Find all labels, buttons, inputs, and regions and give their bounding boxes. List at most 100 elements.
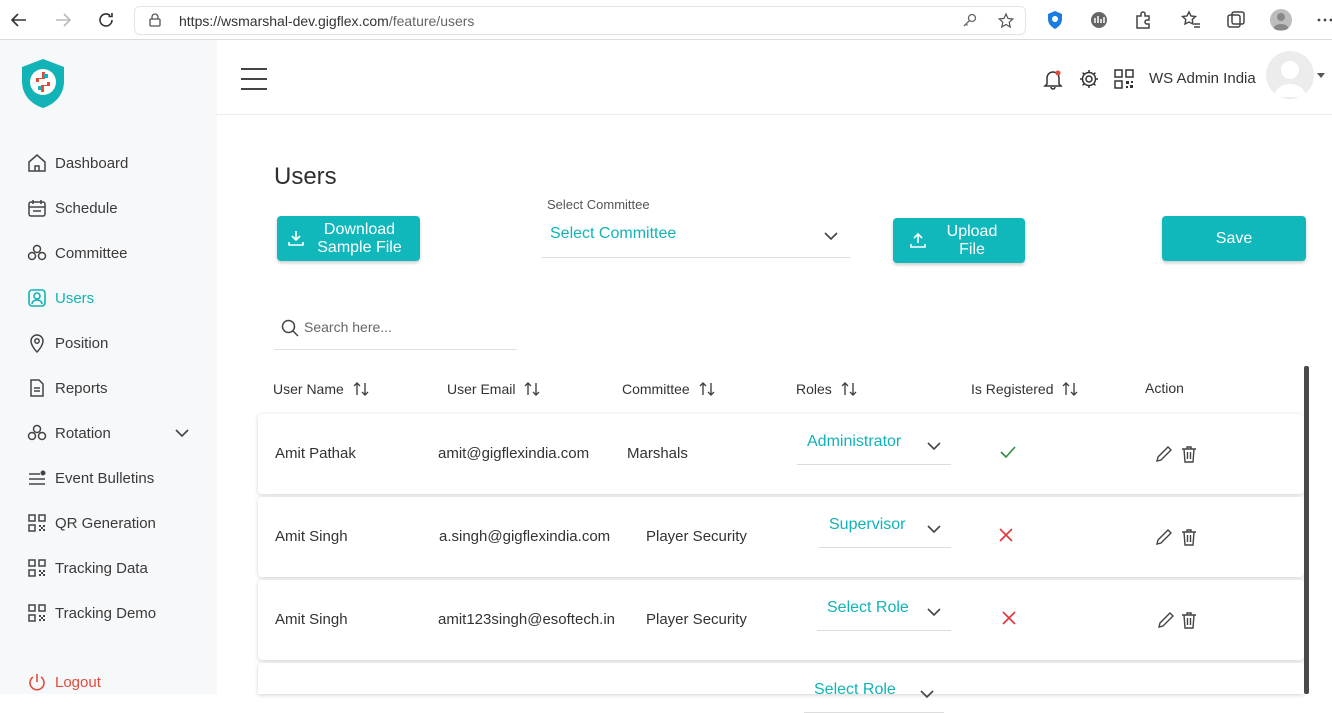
favorite-star-icon[interactable] — [997, 12, 1015, 30]
collections-icon[interactable] — [1225, 9, 1247, 31]
sidebar-item-label: Dashboard — [55, 154, 129, 172]
app-logo[interactable] — [16, 56, 70, 110]
delete-icon[interactable] — [1179, 527, 1199, 547]
sidebar-item-qr-generation[interactable]: QR Generation — [26, 508, 156, 538]
committee-cell: Player Security — [646, 528, 747, 545]
gear-icon[interactable] — [1078, 68, 1100, 90]
back-icon[interactable] — [8, 9, 30, 31]
user-name[interactable]: WS Admin India — [1149, 70, 1256, 87]
key-icon[interactable] — [961, 12, 979, 30]
lock-icon — [149, 13, 161, 27]
upload-label: Upload File — [946, 222, 998, 258]
save-label: Save — [1215, 229, 1253, 247]
page-title: Users — [274, 163, 337, 190]
upload-icon — [910, 232, 926, 248]
sidebar-item-tracking-data[interactable]: Tracking Data — [26, 553, 148, 583]
logout-button[interactable]: Logout — [26, 667, 101, 697]
profile-icon[interactable] — [1270, 9, 1292, 31]
committee-cell: Player Security — [646, 611, 747, 628]
browser-toolbar: https://wsmarshal-dev.gigflex.com/featur… — [0, 0, 1332, 40]
committee-icon — [26, 242, 48, 264]
column-header-roles[interactable]: Roles — [796, 380, 858, 398]
role-value: Administrator — [807, 433, 902, 450]
chevron-down-icon[interactable] — [173, 424, 191, 442]
sidebar-item-tracking-demo[interactable]: Tracking Demo — [26, 598, 156, 628]
role-select[interactable]: Administrator — [797, 427, 951, 465]
column-label: Committee — [622, 381, 690, 397]
caret-down-icon[interactable] — [1317, 73, 1325, 78]
chevron-down-icon — [927, 442, 941, 451]
download-sample-button[interactable]: Download Sample File — [277, 216, 420, 261]
bell-icon[interactable] — [1042, 68, 1064, 90]
app-header: WS Admin India — [217, 40, 1332, 115]
extension-icon[interactable] — [1088, 9, 1110, 31]
sidebar-item-event-bulletins[interactable]: Event Bulletins — [26, 463, 154, 493]
delete-icon[interactable] — [1179, 610, 1199, 630]
sidebar-item-label: Rotation — [55, 424, 111, 442]
edit-icon[interactable] — [1154, 444, 1174, 464]
committee-select[interactable]: Select Committee — [542, 220, 850, 258]
sidebar-item-committee[interactable]: Committee — [26, 238, 128, 268]
delete-icon[interactable] — [1179, 444, 1199, 464]
sidebar-item-label: Event Bulletins — [55, 469, 155, 487]
committee-select-value: Select Committee — [550, 225, 677, 242]
save-button[interactable]: Save — [1162, 216, 1306, 261]
sort-icon — [1062, 382, 1078, 396]
user-name-cell: Amit Singh — [275, 528, 348, 545]
edit-icon[interactable] — [1154, 527, 1174, 547]
sidebar-item-dashboard[interactable]: Dashboard — [26, 148, 128, 178]
menu-toggle-icon[interactable] — [241, 68, 267, 92]
download-icon — [288, 231, 304, 246]
sidebar-item-label: Tracking Demo — [55, 604, 157, 622]
refresh-icon[interactable] — [95, 9, 117, 31]
power-icon — [26, 671, 48, 693]
scrollbar[interactable] — [1304, 366, 1309, 694]
avatar[interactable] — [1266, 51, 1314, 99]
search-icon — [281, 319, 299, 337]
column-header-user-email[interactable]: User Email — [447, 380, 541, 398]
role-value: Select Role — [827, 599, 909, 616]
edit-icon[interactable] — [1156, 610, 1176, 630]
check-icon — [1000, 446, 1016, 459]
sort-icon — [524, 382, 540, 396]
role-select[interactable]: Select Role — [804, 675, 944, 713]
favorites-icon[interactable] — [1180, 9, 1202, 31]
shield-extension-icon[interactable] — [1044, 9, 1066, 31]
user-icon — [26, 287, 48, 309]
upload-file-button[interactable]: Upload File — [893, 218, 1025, 263]
location-pin-icon — [26, 332, 48, 354]
sidebar-item-schedule[interactable]: Schedule — [26, 193, 118, 223]
address-bar[interactable]: https://wsmarshal-dev.gigflex.com/featur… — [134, 6, 1026, 35]
user-email-cell: amit123singh@esoftech.in — [438, 611, 615, 628]
column-header-is-registered[interactable]: Is Registered — [971, 380, 1079, 398]
search-input[interactable] — [304, 316, 504, 338]
logout-label: Logout — [55, 673, 101, 691]
search-box — [274, 308, 517, 350]
table-row: Amit Singh a.singh@gigflexindia.com Play… — [258, 497, 1304, 577]
role-value: Select Role — [814, 681, 896, 698]
column-header-committee[interactable]: Committee — [622, 380, 716, 398]
committee-cell: Marshals — [627, 445, 688, 462]
sidebar-item-label: Tracking Data — [55, 559, 148, 577]
calendar-icon — [26, 197, 48, 219]
table-row: Amit Pathak amit@gigflexindia.com Marsha… — [258, 414, 1304, 494]
role-select[interactable]: Supervisor — [819, 510, 951, 548]
download-label: Download Sample File — [317, 220, 402, 256]
more-icon[interactable] — [1315, 9, 1332, 31]
forward-icon[interactable] — [52, 9, 74, 31]
sidebar-item-users[interactable]: Users — [26, 283, 94, 313]
table-row: Select Role — [258, 663, 1304, 713]
cross-icon — [999, 528, 1013, 542]
sidebar-item-rotation[interactable]: Rotation — [26, 418, 111, 448]
sidebar-item-label: Users — [55, 289, 95, 307]
qr-icon — [26, 512, 48, 534]
puzzle-icon[interactable] — [1132, 9, 1154, 31]
qr-code-icon[interactable] — [1113, 68, 1135, 90]
sidebar-item-position[interactable]: Position — [26, 328, 108, 358]
sidebar-item-label: Reports — [55, 379, 108, 397]
qr-icon — [26, 557, 48, 579]
column-header-user-name[interactable]: User Name — [273, 380, 370, 398]
sidebar-item-reports[interactable]: Reports — [26, 373, 108, 403]
role-select[interactable]: Select Role — [817, 593, 951, 631]
column-label: Is Registered — [971, 381, 1054, 397]
